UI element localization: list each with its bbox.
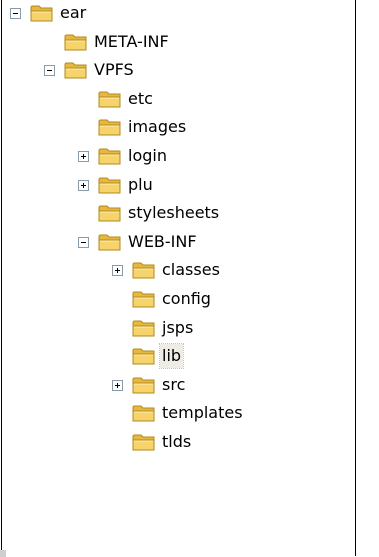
- tree-node-meta-inf[interactable]: META-INF: [2, 29, 352, 55]
- tree-node-tlds[interactable]: tlds: [2, 429, 352, 455]
- folder-icon: [132, 405, 155, 422]
- collapse-icon[interactable]: [44, 65, 55, 76]
- folder-icon: [132, 377, 155, 394]
- folder-label[interactable]: VPFS: [92, 58, 136, 82]
- tree-node-lib[interactable]: lib: [2, 343, 352, 369]
- tree-node-ear[interactable]: ear: [2, 0, 352, 26]
- folder-icon: [98, 177, 121, 194]
- folder-icon: [64, 62, 87, 79]
- folder-label[interactable]: jsps: [160, 316, 195, 340]
- expand-icon[interactable]: [78, 151, 89, 162]
- corner-fragment: [0, 550, 6, 557]
- folder-label[interactable]: login: [126, 144, 169, 168]
- expand-icon[interactable]: [112, 380, 123, 391]
- folder-label[interactable]: templates: [160, 401, 245, 425]
- folder-label[interactable]: META-INF: [92, 30, 171, 54]
- folder-icon: [98, 234, 121, 251]
- folder-icon: [132, 348, 155, 365]
- tree-node-jsps[interactable]: jsps: [2, 315, 352, 341]
- collapse-icon[interactable]: [10, 8, 21, 19]
- folder-tree-panel: ear META-INF VPFS etc images login plu styleshe…: [1, 0, 356, 556]
- tree-node-config[interactable]: config: [2, 286, 352, 312]
- folder-label[interactable]: src: [160, 373, 187, 397]
- folder-label[interactable]: images: [126, 115, 188, 139]
- folder-label[interactable]: plu: [126, 173, 155, 197]
- tree-node-classes[interactable]: classes: [2, 257, 352, 283]
- folder-icon: [98, 119, 121, 136]
- tree-node-images[interactable]: images: [2, 114, 352, 140]
- folder-label[interactable]: tlds: [160, 430, 193, 454]
- tree-node-login[interactable]: login: [2, 143, 352, 169]
- folder-label[interactable]: config: [160, 287, 213, 311]
- tree-node-stylesheets[interactable]: stylesheets: [2, 200, 352, 226]
- folder-icon: [64, 34, 87, 51]
- folder-icon: [98, 205, 121, 222]
- folder-icon: [132, 320, 155, 337]
- tree-node-vpfs[interactable]: VPFS: [2, 57, 352, 83]
- expand-icon[interactable]: [78, 180, 89, 191]
- folder-icon: [30, 5, 53, 22]
- tree-node-plu[interactable]: plu: [2, 172, 352, 198]
- folder-icon: [132, 262, 155, 279]
- folder-label[interactable]: etc: [126, 87, 155, 111]
- folder-icon: [132, 291, 155, 308]
- tree-node-web-inf[interactable]: WEB-INF: [2, 229, 352, 255]
- folder-label[interactable]: classes: [160, 258, 222, 282]
- folder-icon: [132, 434, 155, 451]
- folder-label[interactable]: lib: [158, 343, 185, 369]
- tree-node-etc[interactable]: etc: [2, 86, 352, 112]
- tree-node-src[interactable]: src: [2, 372, 352, 398]
- folder-label[interactable]: WEB-INF: [126, 230, 199, 254]
- folder-label[interactable]: ear: [58, 1, 88, 25]
- folder-icon: [98, 91, 121, 108]
- expand-icon[interactable]: [112, 265, 123, 276]
- folder-label[interactable]: stylesheets: [126, 201, 221, 225]
- folder-icon: [98, 148, 121, 165]
- tree-node-templates[interactable]: templates: [2, 400, 352, 426]
- collapse-icon[interactable]: [78, 237, 89, 248]
